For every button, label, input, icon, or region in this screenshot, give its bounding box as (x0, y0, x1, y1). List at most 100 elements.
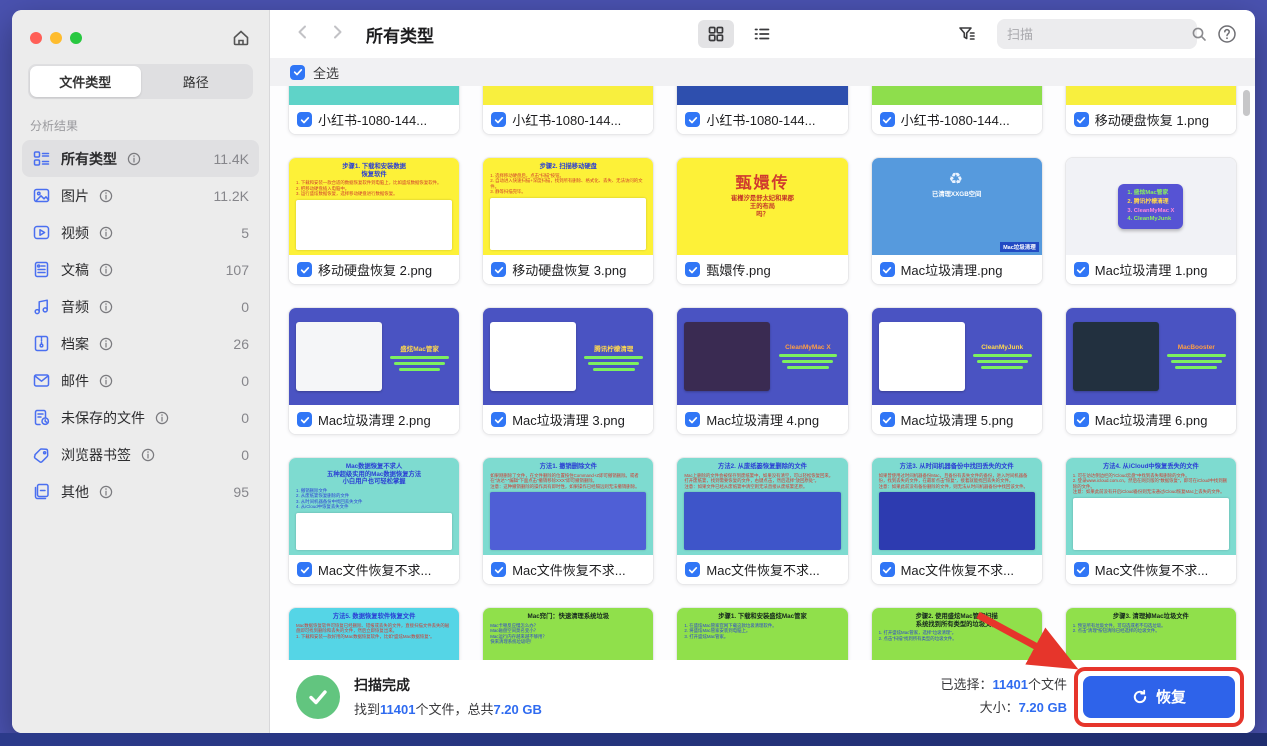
file-name: Mac垃圾清理 1.png (1095, 260, 1208, 279)
grid-view-icon[interactable] (698, 20, 734, 48)
file-card[interactable]: CleanMyMac X Mac垃圾清理 4.png (676, 307, 848, 435)
file-card[interactable]: Mac窍门：快速清理系统垃圾Mac卡顿反应慢怎么办？ Mac磁盘空间莫名变小？ … (482, 607, 654, 660)
file-checkbox[interactable] (1074, 112, 1089, 127)
sidebar-item-4[interactable]: 音频 0 (22, 288, 259, 325)
list-view-icon[interactable] (744, 20, 780, 48)
file-checkbox[interactable] (1074, 562, 1089, 577)
sidebar-item-count: 0 (241, 373, 249, 389)
file-card[interactable]: 小红书-1080-144... (676, 86, 848, 135)
file-card[interactable]: 甄嬛传崔槿汐是舒太妃和果郡 王的布局 吗？ 甄嬛传.png (676, 157, 848, 285)
sidebar-item-6[interactable]: 邮件 0 (22, 362, 259, 399)
info-icon (99, 337, 113, 351)
minimize-window-button[interactable] (50, 32, 62, 44)
file-card[interactable]: 1. 盛炫Mac管家2. 腾讯柠檬清理3. CleanMyMac X4. Cle… (1065, 157, 1237, 285)
file-checkbox[interactable] (880, 112, 895, 127)
help-icon[interactable] (1217, 24, 1237, 44)
search-field[interactable] (997, 19, 1197, 49)
file-checkbox[interactable] (491, 262, 506, 277)
file-card[interactable]: 方法1. 撤销删除文件如果刚删除了文件，在文件删除的位置按住Command+Z即… (482, 457, 654, 585)
file-name: Mac文件恢复不求... (318, 560, 431, 579)
file-checkbox[interactable] (685, 112, 700, 127)
file-checkbox[interactable] (685, 412, 700, 427)
file-card[interactable]: 小红书-1080-144... (871, 86, 1043, 135)
close-window-button[interactable] (30, 32, 42, 44)
archive-icon (32, 334, 51, 353)
sidebar-item-9[interactable]: 其他 95 (22, 473, 259, 510)
file-name: Mac垃圾清理 2.png (318, 410, 431, 429)
image-icon (32, 186, 51, 205)
file-thumbnail: Mac数据恢复不求人 五种超级实用的Mac数据恢复方法 小白用户也可轻松掌握1.… (289, 458, 459, 555)
file-grid-area: 小红书-1080-144... 小红书-1080-144... 小红书-1080… (270, 86, 1255, 660)
sidebar-item-5[interactable]: 档案 26 (22, 325, 259, 362)
file-thumbnail: CleanMyMac X (677, 308, 847, 405)
file-card[interactable]: 步骤2. 使用盛炫Mac管家扫描 系统找到所有类型的垃圾文件1. 打开盛炫Mac… (871, 607, 1043, 660)
file-checkbox[interactable] (491, 562, 506, 577)
file-checkbox[interactable] (297, 562, 312, 577)
back-icon[interactable] (294, 23, 312, 46)
search-input[interactable] (1007, 27, 1183, 42)
file-thumbnail: 步骤1. 下载和安装数据 恢复软件1. 下载和安装一款合适的数据恢复软件到电脑上… (289, 158, 459, 255)
file-card[interactable]: 盛炫Mac管家 Mac垃圾清理 2.png (288, 307, 460, 435)
home-icon[interactable] (231, 28, 251, 48)
info-icon (99, 263, 113, 277)
file-checkbox[interactable] (491, 412, 506, 427)
file-card[interactable]: 步骤1. 下载和安装盛炫Mac管家1. 在盛炫Mac管家官网下载这款垃圾清理软件… (676, 607, 848, 660)
scrollbar-thumb[interactable] (1243, 90, 1250, 116)
toolbar: 所有类型 (270, 10, 1255, 58)
file-thumbnail: Mac窍门：快速清理系统垃圾Mac卡顿反应慢怎么办？ Mac磁盘空间莫名变小？ … (483, 608, 653, 660)
sidebar-item-7[interactable]: 未保存的文件 0 (22, 399, 259, 436)
tab-file-type[interactable]: 文件类型 (30, 66, 141, 97)
file-thumbnail (483, 86, 653, 105)
filter-icon[interactable] (957, 24, 977, 44)
file-name: Mac文件恢复不求... (901, 560, 1014, 579)
sidebar-item-count: 95 (233, 484, 249, 500)
file-card[interactable]: 小红书-1080-144... (482, 86, 654, 135)
file-name: 小红书-1080-144... (512, 110, 621, 129)
file-card[interactable]: 小红书-1080-144... (288, 86, 460, 135)
sidebar-item-2[interactable]: 视频 5 (22, 214, 259, 251)
sidebar-item-3[interactable]: 文稿 107 (22, 251, 259, 288)
sidebar-item-label: 文稿 (61, 260, 89, 280)
file-checkbox[interactable] (685, 262, 700, 277)
file-checkbox[interactable] (1074, 412, 1089, 427)
file-checkbox[interactable] (685, 562, 700, 577)
file-card[interactable]: 步骤1. 下载和安装数据 恢复软件1. 下载和安装一款合适的数据恢复软件到电脑上… (288, 157, 460, 285)
file-checkbox[interactable] (880, 412, 895, 427)
file-card[interactable]: 方法4. 从iCloud中恢复丢失的文件1. 可在访达侧边栏的“iCloud云盘… (1065, 457, 1237, 585)
recover-button[interactable]: 恢复 (1083, 676, 1235, 718)
file-card[interactable]: 步骤2. 扫描移动硬盘1. 选择移动硬盘后，点击“扫描”按钮。 2. 自动进入快… (482, 157, 654, 285)
file-card[interactable]: Mac数据恢复不求人 五种超级实用的Mac数据恢复方法 小白用户也可轻松掌握1.… (288, 457, 460, 585)
sidebar-item-label: 档案 (61, 334, 89, 354)
file-card[interactable]: CleanMyJunk Mac垃圾清理 5.png (871, 307, 1043, 435)
file-card[interactable]: 腾讯柠檬清理 Mac垃圾清理 3.png (482, 307, 654, 435)
sidebar-item-0[interactable]: 所有类型 11.4K (22, 140, 259, 177)
sidebar-item-label: 浏览器书签 (61, 445, 131, 465)
file-card[interactable]: 方法5. 数据恢复软件恢复文件Mac数据恢复软件可恢复已经删除、错报或丢失的文件… (288, 607, 460, 660)
file-checkbox[interactable] (880, 262, 895, 277)
file-card[interactable]: ♻已清理XXGB空间Mac垃圾清理 Mac垃圾清理.png (871, 157, 1043, 285)
file-card[interactable]: 移动硬盘恢复 1.png (1065, 86, 1237, 135)
file-checkbox[interactable] (491, 112, 506, 127)
sidebar-item-label: 所有类型 (61, 149, 117, 169)
sidebar-item-1[interactable]: 图片 11.2K (22, 177, 259, 214)
tab-path[interactable]: 路径 (141, 66, 252, 97)
sidebar-item-count: 11.4K (213, 151, 249, 167)
file-card[interactable]: 方法3. 从时间机器备份中找回丢失的文件如果曾使用过时间机器备份Mac，且备份有… (871, 457, 1043, 585)
file-checkbox[interactable] (880, 562, 895, 577)
file-card[interactable]: 方法2. 从废纸篓恢复删除的文件Mac上删除的文件会被保存到废纸篓中，如果没有清… (676, 457, 848, 585)
forward-icon[interactable] (328, 23, 346, 46)
file-checkbox[interactable] (297, 412, 312, 427)
zoom-window-button[interactable] (70, 32, 82, 44)
file-checkbox[interactable] (297, 262, 312, 277)
info-icon (99, 374, 113, 388)
file-card[interactable]: 步骤3. 清理掉Mac垃圾文件1. 预览所有垃圾文件，可勾选或者不勾选垃圾。 2… (1065, 607, 1237, 660)
file-checkbox[interactable] (1074, 262, 1089, 277)
file-checkbox[interactable] (297, 112, 312, 127)
file-card[interactable]: MacBooster Mac垃圾清理 6.png (1065, 307, 1237, 435)
sidebar-item-8[interactable]: 浏览器书签 0 (22, 436, 259, 473)
file-thumbnail: ♻已清理XXGB空间Mac垃圾清理 (872, 158, 1042, 255)
sidebar-item-count: 0 (241, 447, 249, 463)
search-icon[interactable] (1191, 26, 1207, 42)
select-all-checkbox[interactable] (290, 65, 305, 80)
sidebar-item-count: 26 (233, 336, 249, 352)
